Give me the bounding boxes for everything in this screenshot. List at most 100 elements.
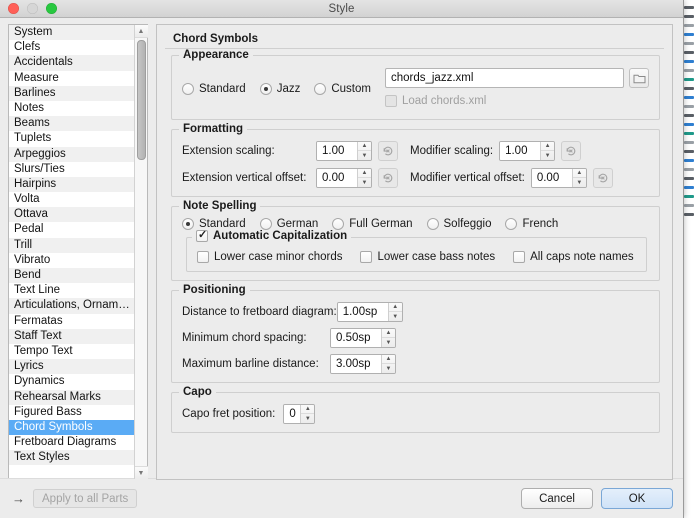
capo-capo-fret-position-spinbox-down-icon[interactable]: ▼ — [301, 414, 314, 423]
sidebar-item-ottava[interactable]: Ottava — [9, 207, 134, 222]
formatting-modifier-vertical-offset-spinbox-up-icon[interactable]: ▲ — [573, 169, 586, 178]
sidebar-item-slurs-ties[interactable]: Slurs/Ties — [9, 162, 134, 177]
formatting-extension-vertical-offset-reset-icon[interactable] — [378, 168, 398, 188]
formatting-extension-scaling-spinbox-down-icon[interactable]: ▼ — [358, 151, 371, 160]
formatting-modifier-vertical-offset-spinbox[interactable]: 0.00▲▼ — [531, 168, 587, 188]
formatting-extension-scaling-spinbox-stepper[interactable]: ▲▼ — [357, 142, 371, 160]
load-chords-xml-checkbox[interactable]: Load chords.xml — [385, 95, 486, 107]
sidebar-item-tempo-text[interactable]: Tempo Text — [9, 344, 134, 359]
sidebar-item-trill[interactable]: Trill — [9, 238, 134, 253]
sidebar-item-figured-bass[interactable]: Figured Bass — [9, 405, 134, 420]
note-spelling-radio-standard[interactable]: Standard — [182, 218, 246, 230]
case-option-lower-case-minor-chords[interactable]: Lower case minor chords — [197, 251, 342, 263]
positioning-legend: Positioning — [179, 284, 250, 296]
note-spelling-radio-french[interactable]: French — [505, 218, 558, 230]
formatting-extension-vertical-offset-spinbox-down-icon[interactable]: ▼ — [358, 178, 371, 187]
formatting-extension-scaling-spinbox[interactable]: 1.00▲▼ — [316, 141, 372, 161]
automatic-capitalization-checkbox[interactable]: Automatic Capitalization — [196, 230, 347, 242]
positioning-distance-to-fretboard-diagram-spinbox-up-icon[interactable]: ▲ — [389, 303, 402, 312]
sidebar-item-lyrics[interactable]: Lyrics — [9, 359, 134, 374]
close-button[interactable] — [8, 3, 19, 14]
formatting-modifier-scaling-spinbox-up-icon[interactable]: ▲ — [541, 142, 554, 151]
formatting-modifier-vertical-offset-spinbox-stepper[interactable]: ▲▼ — [572, 169, 586, 187]
apply-to-all-parts-button[interactable]: Apply to all Parts — [33, 489, 137, 508]
cancel-button[interactable]: Cancel — [521, 488, 593, 509]
sidebar-item-pedal[interactable]: Pedal — [9, 222, 134, 237]
zoom-button[interactable] — [46, 3, 57, 14]
ok-button[interactable]: OK — [601, 488, 673, 509]
formatting-extension-scaling-spinbox-up-icon[interactable]: ▲ — [358, 142, 371, 151]
sidebar-item-volta[interactable]: Volta — [9, 192, 134, 207]
chord-style-radio-group[interactable]: Standard Jazz Custom — [182, 83, 371, 95]
sidebar-item-notes[interactable]: Notes — [9, 101, 134, 116]
sidebar-item-barlines[interactable]: Barlines — [9, 86, 134, 101]
sidebar-item-vibrato[interactable]: Vibrato — [9, 253, 134, 268]
positioning-minimum-chord-spacing-spinbox-stepper[interactable]: ▲▼ — [381, 329, 395, 347]
scrollbar-thumb[interactable] — [137, 40, 146, 160]
capo-capo-fret-position-spinbox-up-icon[interactable]: ▲ — [301, 405, 314, 414]
sidebar-item-chord-symbols[interactable]: Chord Symbols — [9, 420, 134, 435]
sidebar-item-articulations-ornaments[interactable]: Articulations, Ornaments — [9, 298, 134, 313]
formatting-extension-scaling-reset-icon[interactable] — [378, 141, 398, 161]
positioning-maximum-barline-distance-spinbox[interactable]: 3.00sp▲▼ — [330, 354, 396, 374]
case-option-all-caps-note-names[interactable]: All caps note names — [513, 251, 634, 263]
sidebar-item-beams[interactable]: Beams — [9, 116, 134, 131]
chord-style-radio-standard-label: Standard — [199, 83, 246, 95]
formatting-modifier-scaling-spinbox-stepper[interactable]: ▲▼ — [540, 142, 554, 160]
sidebar-item-tuplets[interactable]: Tuplets — [9, 131, 134, 146]
positioning-maximum-barline-distance-spinbox-up-icon[interactable]: ▲ — [382, 355, 395, 364]
sidebar-item-system[interactable]: System — [9, 25, 134, 40]
positioning-minimum-chord-spacing-spinbox[interactable]: 0.50sp▲▼ — [330, 328, 396, 348]
positioning-minimum-chord-spacing-spinbox-up-icon[interactable]: ▲ — [382, 329, 395, 338]
sidebar-item-accidentals[interactable]: Accidentals — [9, 55, 134, 70]
note-spelling-radio-solfeggio[interactable]: Solfeggio — [427, 218, 492, 230]
sidebar-item-arpeggios[interactable]: Arpeggios — [9, 147, 134, 162]
note-spelling-radio-full-german[interactable]: Full German — [332, 218, 412, 230]
note-spelling-radio-german[interactable]: German — [260, 218, 319, 230]
chord-style-radio-standard[interactable]: Standard — [182, 83, 246, 95]
sidebar-item-hairpins[interactable]: Hairpins — [9, 177, 134, 192]
formatting-extension-vertical-offset-spinbox-up-icon[interactable]: ▲ — [358, 169, 371, 178]
folder-icon[interactable] — [629, 68, 649, 88]
positioning-maximum-barline-distance-spinbox-stepper[interactable]: ▲▼ — [381, 355, 395, 373]
case-option-lower-case-bass-notes[interactable]: Lower case bass notes — [360, 251, 495, 263]
formatting-modifier-scaling-reset-icon[interactable] — [561, 141, 581, 161]
case-options-group[interactable]: Lower case minor chords Lower case bass n… — [197, 251, 638, 263]
sidebar-item-bend[interactable]: Bend — [9, 268, 134, 283]
chords-file-input[interactable]: chords_jazz.xml — [385, 68, 624, 88]
note-spelling-radio-group[interactable]: Standard German Full German Solfeggio French — [182, 218, 649, 230]
sidebar-item-dynamics[interactable]: Dynamics — [9, 374, 134, 389]
chord-style-radio-jazz[interactable]: Jazz — [260, 83, 301, 95]
scroll-down-arrow-icon[interactable]: ▼ — [135, 466, 148, 479]
positioning-minimum-chord-spacing-spinbox-down-icon[interactable]: ▼ — [382, 338, 395, 347]
positioning-distance-to-fretboard-diagram-spinbox-down-icon[interactable]: ▼ — [389, 312, 402, 321]
formatting-modifier-vertical-offset-reset-icon[interactable] — [593, 168, 613, 188]
sidebar-item-rehearsal-marks[interactable]: Rehearsal Marks — [9, 390, 134, 405]
sidebar-item-measure[interactable]: Measure — [9, 71, 134, 86]
minimize-button[interactable] — [27, 3, 38, 14]
sidebar-item-clefs[interactable]: Clefs — [9, 40, 134, 55]
sidebar-item-text-styles[interactable]: Text Styles — [9, 450, 134, 465]
sidebar-item-fermatas[interactable]: Fermatas — [9, 314, 134, 329]
sidebar-item-staff-text[interactable]: Staff Text — [9, 329, 134, 344]
note-spelling-radio-standard-dot — [182, 218, 194, 230]
positioning-distance-to-fretboard-diagram-spinbox-stepper[interactable]: ▲▼ — [388, 303, 402, 321]
formatting-extension-scaling-cell: Extension scaling:1.00▲▼ — [182, 141, 398, 161]
capo-capo-fret-position-spinbox-stepper[interactable]: ▲▼ — [300, 405, 314, 423]
formatting-extension-vertical-offset-spinbox[interactable]: 0.00▲▼ — [316, 168, 372, 188]
sidebar-item-text-line[interactable]: Text Line — [9, 283, 134, 298]
formatting-modifier-scaling-spinbox-down-icon[interactable]: ▼ — [541, 151, 554, 160]
note-spelling-radio-full-german-dot — [332, 218, 344, 230]
formatting-modifier-scaling-spinbox[interactable]: 1.00▲▼ — [499, 141, 555, 161]
sidebar-item-fretboard-diagrams[interactable]: Fretboard Diagrams — [9, 435, 134, 450]
scrollbar-track[interactable] — [135, 38, 148, 479]
formatting-extension-vertical-offset-spinbox-stepper[interactable]: ▲▼ — [357, 169, 371, 187]
positioning-distance-to-fretboard-diagram-spinbox[interactable]: 1.00sp▲▼ — [337, 302, 403, 322]
style-category-list[interactable]: SystemClefsAccidentalsMeasureBarlinesNot… — [9, 25, 134, 479]
formatting-modifier-vertical-offset-spinbox-down-icon[interactable]: ▼ — [573, 178, 586, 187]
sidebar-scrollbar[interactable]: ▲ ▼ — [134, 25, 147, 479]
scroll-up-arrow-icon[interactable]: ▲ — [135, 25, 148, 38]
capo-capo-fret-position-spinbox[interactable]: 0▲▼ — [283, 404, 315, 424]
chord-style-radio-custom[interactable]: Custom — [314, 83, 371, 95]
positioning-maximum-barline-distance-spinbox-down-icon[interactable]: ▼ — [382, 364, 395, 373]
